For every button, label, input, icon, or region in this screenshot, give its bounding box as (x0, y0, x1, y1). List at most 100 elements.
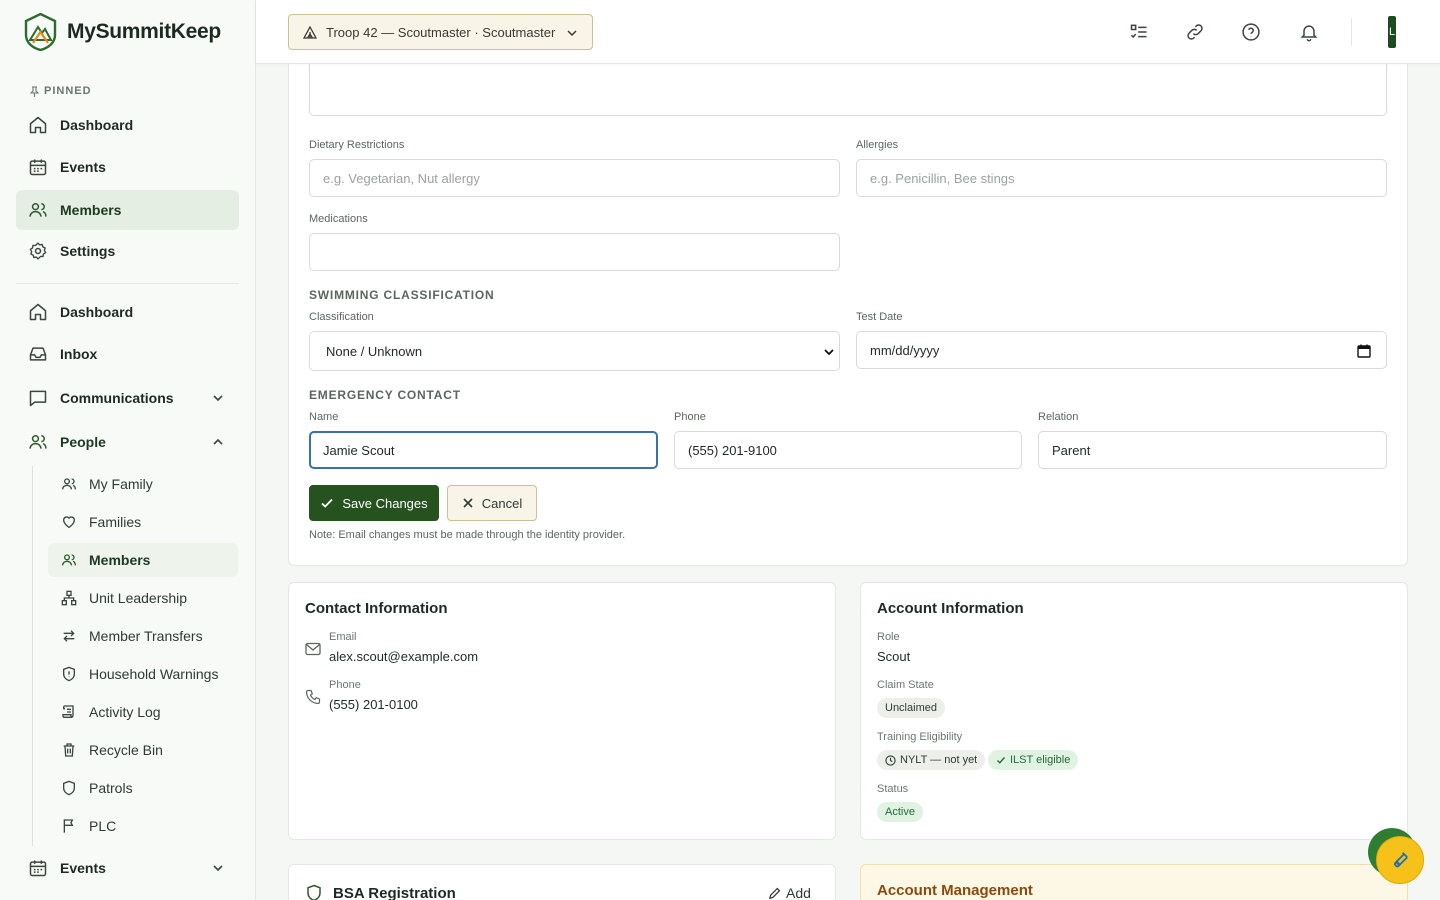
sidebar-subitem-household-warnings[interactable]: Household Warnings (48, 657, 238, 691)
training-eligibility-label: Training Eligibility (877, 731, 963, 743)
heart-icon (62, 516, 76, 529)
calendar-icon (29, 860, 47, 877)
pinned-item-dashboard[interactable]: Dashboard (16, 105, 239, 145)
email-value[interactable]: alex.scout@example.com (329, 649, 478, 664)
check-icon (321, 498, 334, 508)
pinned-section-label: PINNED (30, 85, 92, 97)
emergency-relation-label: Relation (1038, 411, 1079, 423)
sidebar-subitem-families[interactable]: Families (48, 505, 238, 539)
trash-icon (63, 743, 75, 757)
submenu-guide-line (32, 466, 33, 846)
close-icon (463, 498, 473, 508)
notifications-button[interactable] (1297, 20, 1321, 44)
claim-state-value: Unclaimed (885, 702, 937, 714)
role-label: Role (877, 631, 900, 643)
phone-label: Phone (329, 679, 361, 691)
test-date-label: Test Date (856, 311, 903, 323)
calendar-picker-icon[interactable] (1357, 344, 1371, 358)
shield-icon (307, 884, 321, 900)
account-info-title: Account Information (877, 600, 1024, 617)
allergies-input[interactable]: e.g. Penicillin, Bee stings (856, 159, 1387, 197)
sidebar-subitem-activity-log[interactable]: Activity Log (48, 695, 238, 729)
org-chart-icon (61, 590, 77, 606)
nav-label: Dashboard (60, 304, 134, 320)
sidebar-item-events[interactable]: Events (16, 848, 239, 888)
chevron-down-icon (824, 349, 834, 356)
calendar-icon (29, 159, 47, 176)
test-date-input[interactable]: mm/dd/yyyy (856, 331, 1387, 369)
chevron-up-icon[interactable] (211, 435, 225, 449)
flag-icon (63, 819, 74, 833)
sidebar-item-communications[interactable]: Communications (16, 378, 239, 418)
chevron-down-icon[interactable] (211, 391, 225, 405)
subnav-label: Families (89, 514, 142, 530)
bsa-add-button[interactable]: Add (768, 885, 811, 900)
nav-label: Inbox (60, 346, 98, 362)
save-changes-button[interactable]: Save Changes (309, 485, 439, 521)
users-icon (62, 554, 76, 566)
checklist-button[interactable] (1127, 20, 1151, 44)
pinned-item-events[interactable]: Events (16, 147, 239, 187)
app-logo[interactable]: MySummitKeep (24, 13, 221, 51)
avatar[interactable]: L (1388, 16, 1396, 48)
sidebar-subitem-patrols[interactable]: Patrols (48, 771, 238, 805)
claim-state-label: Claim State (877, 679, 934, 691)
topbar-divider (1351, 18, 1352, 46)
pinned-item-settings[interactable]: Settings (16, 231, 239, 271)
check-icon (997, 757, 1006, 764)
sidebar-subitem-unit-leadership[interactable]: Unit Leadership (48, 581, 238, 615)
medications-input[interactable] (309, 233, 840, 271)
nav-label: Settings (60, 243, 116, 259)
chevron-down-icon[interactable] (211, 861, 225, 875)
pin-icon (30, 85, 39, 97)
topbar: Troop 42 — Scoutmaster · Scoutmaster L (256, 0, 1440, 64)
sidebar-item-dashboard[interactable]: Dashboard (16, 292, 239, 332)
dietary-input[interactable]: e.g. Vegetarian, Nut allergy (309, 159, 840, 197)
emergency-name-input[interactable]: Jamie Scout (309, 431, 658, 469)
sidebar-subitem-member-transfers[interactable]: Member Transfers (48, 619, 238, 653)
save-label: Save Changes (342, 495, 428, 511)
feedback-fab-button[interactable] (1376, 836, 1424, 884)
ilst-badge: ILST eligible (988, 750, 1079, 770)
sidebar-subitem-plc[interactable]: PLC (48, 809, 238, 843)
status-label: Status (877, 783, 909, 795)
nav-label: Members (60, 202, 122, 218)
transfer-arrows-icon (63, 630, 75, 642)
subnav-label: Patrols (89, 780, 133, 796)
emergency-phone-input[interactable]: (555) 201-9100 (674, 431, 1022, 469)
subnav-label: PLC (89, 818, 117, 834)
subnav-label: My Family (89, 476, 153, 492)
contact-info-title: Contact Information (305, 600, 448, 617)
sidebar-subitem-my-family[interactable]: My Family (48, 467, 238, 501)
role-value: Scout (877, 649, 911, 664)
phone-value[interactable]: (555) 201-0100 (329, 697, 418, 712)
bsa-registration-title: BSA Registration (333, 885, 456, 900)
classification-select[interactable]: None / Unknown (309, 331, 840, 371)
sidebar-subitem-members[interactable]: Members (48, 543, 238, 577)
checklist-icon (1130, 24, 1147, 39)
pinned-item-members[interactable]: Members (16, 190, 239, 230)
help-button[interactable] (1239, 20, 1263, 44)
sidebar-item-people[interactable]: People (16, 422, 239, 462)
home-icon (29, 303, 47, 321)
cancel-button[interactable]: Cancel (447, 485, 537, 521)
user-family-icon (62, 478, 76, 490)
nav-label: Events (60, 159, 106, 175)
nav-label: Dashboard (60, 117, 134, 133)
subnav-label: Recycle Bin (89, 742, 163, 758)
users-icon (29, 203, 47, 217)
phone-icon (305, 689, 321, 705)
subnav-label: Members (89, 552, 151, 568)
link-button[interactable] (1183, 20, 1207, 44)
test-date-placeholder: mm/dd/yyyy (870, 342, 940, 358)
sidebar: MySummitKeep PINNED Dashboard Events Mem… (0, 0, 256, 900)
subnav-label: Activity Log (89, 704, 161, 720)
users-icon (29, 435, 47, 449)
sidebar-item-inbox[interactable]: Inbox (16, 334, 239, 374)
sidebar-subitem-recycle-bin[interactable]: Recycle Bin (48, 733, 238, 767)
emergency-relation-input[interactable]: Parent (1038, 431, 1387, 469)
mail-icon (305, 642, 321, 656)
link-icon (1187, 24, 1203, 40)
pinned-label: PINNED (44, 85, 92, 97)
troop-selector[interactable]: Troop 42 — Scoutmaster · Scoutmaster (288, 14, 593, 50)
